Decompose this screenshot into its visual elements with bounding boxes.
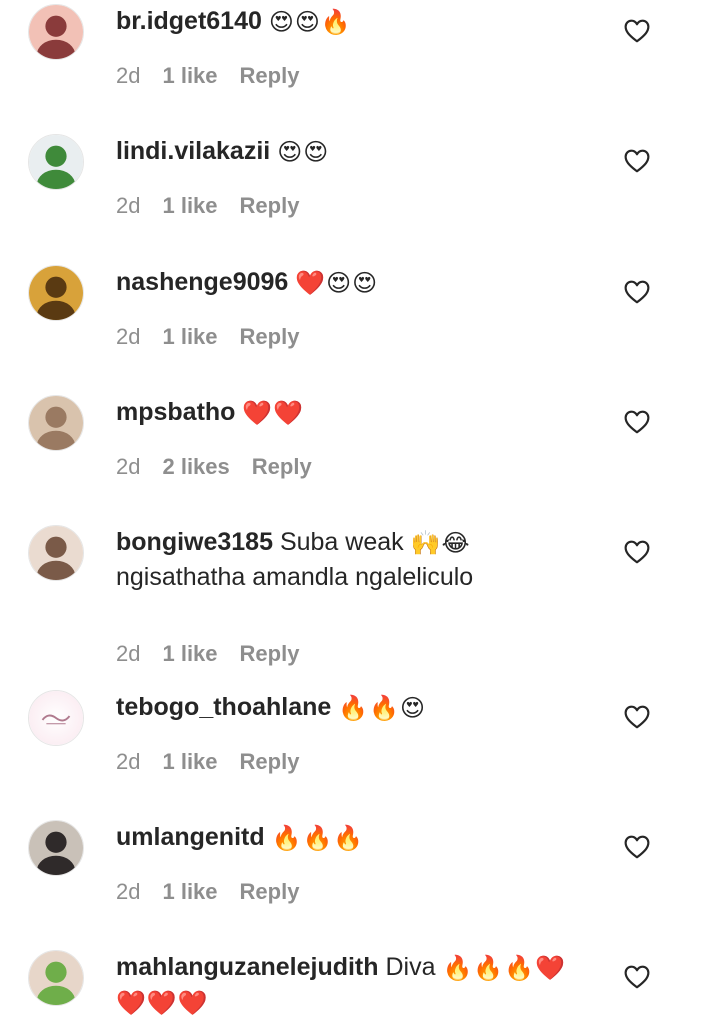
user-avatar[interactable]: [28, 525, 84, 581]
comment-body-continued: ❤️❤️❤️: [116, 989, 209, 1017]
comment-username[interactable]: mpsbatho: [116, 398, 235, 426]
comment-text: umlangenitd 🔥🔥🔥: [116, 820, 596, 855]
comment-text: bongiwe3185 Suba weak 🙌😂 ngisathatha aman…: [116, 525, 596, 594]
comment-body: Suba weak: [279, 528, 404, 556]
heart-outline-icon[interactable]: [624, 149, 650, 173]
heart-outline-icon[interactable]: [624, 705, 650, 729]
comment-like-count[interactable]: 1 like: [162, 193, 217, 218]
comment-body: Diva: [385, 953, 436, 981]
comment-username[interactable]: br.idget6140: [116, 7, 262, 35]
comment-username[interactable]: umlangenitd: [116, 823, 265, 851]
comment-text: br.idget6140 😍😍🔥: [116, 4, 596, 39]
comment-timestamp: 2d: [116, 641, 141, 666]
user-avatar[interactable]: [28, 395, 84, 451]
comment-emojis: 🔥🔥🔥: [271, 824, 365, 852]
user-avatar[interactable]: [28, 134, 84, 190]
comment-like-count[interactable]: 1 like: [162, 324, 217, 349]
comment-timestamp: 2d: [116, 324, 141, 349]
comment-emojis: 🙌😂: [410, 529, 471, 557]
comment-emojis: 🔥🔥😍: [338, 694, 427, 722]
heart-outline-icon[interactable]: [624, 280, 650, 304]
user-avatar[interactable]: [28, 4, 84, 60]
comment-emojis: 🔥🔥🔥❤️: [442, 954, 566, 982]
comment-meta: 2d 1 like Reply: [116, 193, 299, 219]
reply-button[interactable]: Reply: [252, 454, 312, 479]
comment-timestamp: 2d: [116, 63, 141, 88]
comment-meta: 2d 1 like Reply: [116, 324, 299, 350]
reply-button[interactable]: Reply: [240, 641, 300, 666]
comment-text: mpsbatho ❤️❤️: [116, 395, 596, 430]
comment-timestamp: 2d: [116, 454, 141, 479]
comment-text: tebogo_thoahlane 🔥🔥😍: [116, 690, 596, 725]
comment-emojis: 😍😍: [277, 138, 330, 166]
comment-timestamp: 2d: [116, 749, 141, 774]
comment-timestamp: 2d: [116, 879, 141, 904]
comment-username[interactable]: nashenge9096: [116, 268, 288, 296]
comment-body-continued: ngisathatha amandla ngaleliculo: [116, 563, 474, 591]
reply-button[interactable]: Reply: [240, 63, 300, 88]
comment-like-count[interactable]: 1 like: [162, 641, 217, 666]
comment-meta: 2d 1 like Reply: [116, 641, 299, 667]
comment-emojis: ❤️❤️: [242, 399, 305, 427]
comment-timestamp: 2d: [116, 193, 141, 218]
user-avatar[interactable]: [28, 265, 84, 321]
heart-outline-icon[interactable]: [624, 19, 650, 43]
comment-meta: 2d 2 likes Reply: [116, 454, 312, 480]
heart-outline-icon[interactable]: [624, 965, 650, 989]
comment-emojis: ❤️😍😍: [295, 269, 379, 297]
comment-like-count[interactable]: 1 like: [162, 749, 217, 774]
comment-emojis: 😍😍🔥: [268, 8, 352, 36]
reply-button[interactable]: Reply: [240, 193, 300, 218]
comment-username[interactable]: bongiwe3185: [116, 528, 273, 556]
reply-button[interactable]: Reply: [240, 324, 300, 349]
comment-meta: 2d 1 like Reply: [116, 749, 299, 775]
user-avatar[interactable]: [28, 820, 84, 876]
user-avatar[interactable]: [28, 690, 84, 746]
heart-outline-icon[interactable]: [624, 835, 650, 859]
comment-like-count[interactable]: 2 likes: [162, 454, 229, 479]
comment-text: lindi.vilakazii 😍😍: [116, 134, 596, 169]
comment-like-count[interactable]: 1 like: [162, 63, 217, 88]
comment-meta: 2d 1 like Reply: [116, 63, 299, 89]
comment-username[interactable]: mahlanguzanelejudith: [116, 953, 379, 981]
comment-username[interactable]: lindi.vilakazii: [116, 137, 270, 165]
heart-outline-icon[interactable]: [624, 540, 650, 564]
comment-meta: 2d 1 like Reply: [116, 879, 299, 905]
reply-button[interactable]: Reply: [240, 749, 300, 774]
comment-text: nashenge9096 ❤️😍😍: [116, 265, 596, 300]
user-avatar[interactable]: [28, 950, 84, 1006]
comment-username[interactable]: tebogo_thoahlane: [116, 693, 331, 721]
comment-like-count[interactable]: 1 like: [162, 879, 217, 904]
reply-button[interactable]: Reply: [240, 879, 300, 904]
comment-text: mahlanguzanelejudith Diva 🔥🔥🔥❤️ ❤️❤️❤️: [116, 950, 596, 1020]
heart-outline-icon[interactable]: [624, 410, 650, 434]
